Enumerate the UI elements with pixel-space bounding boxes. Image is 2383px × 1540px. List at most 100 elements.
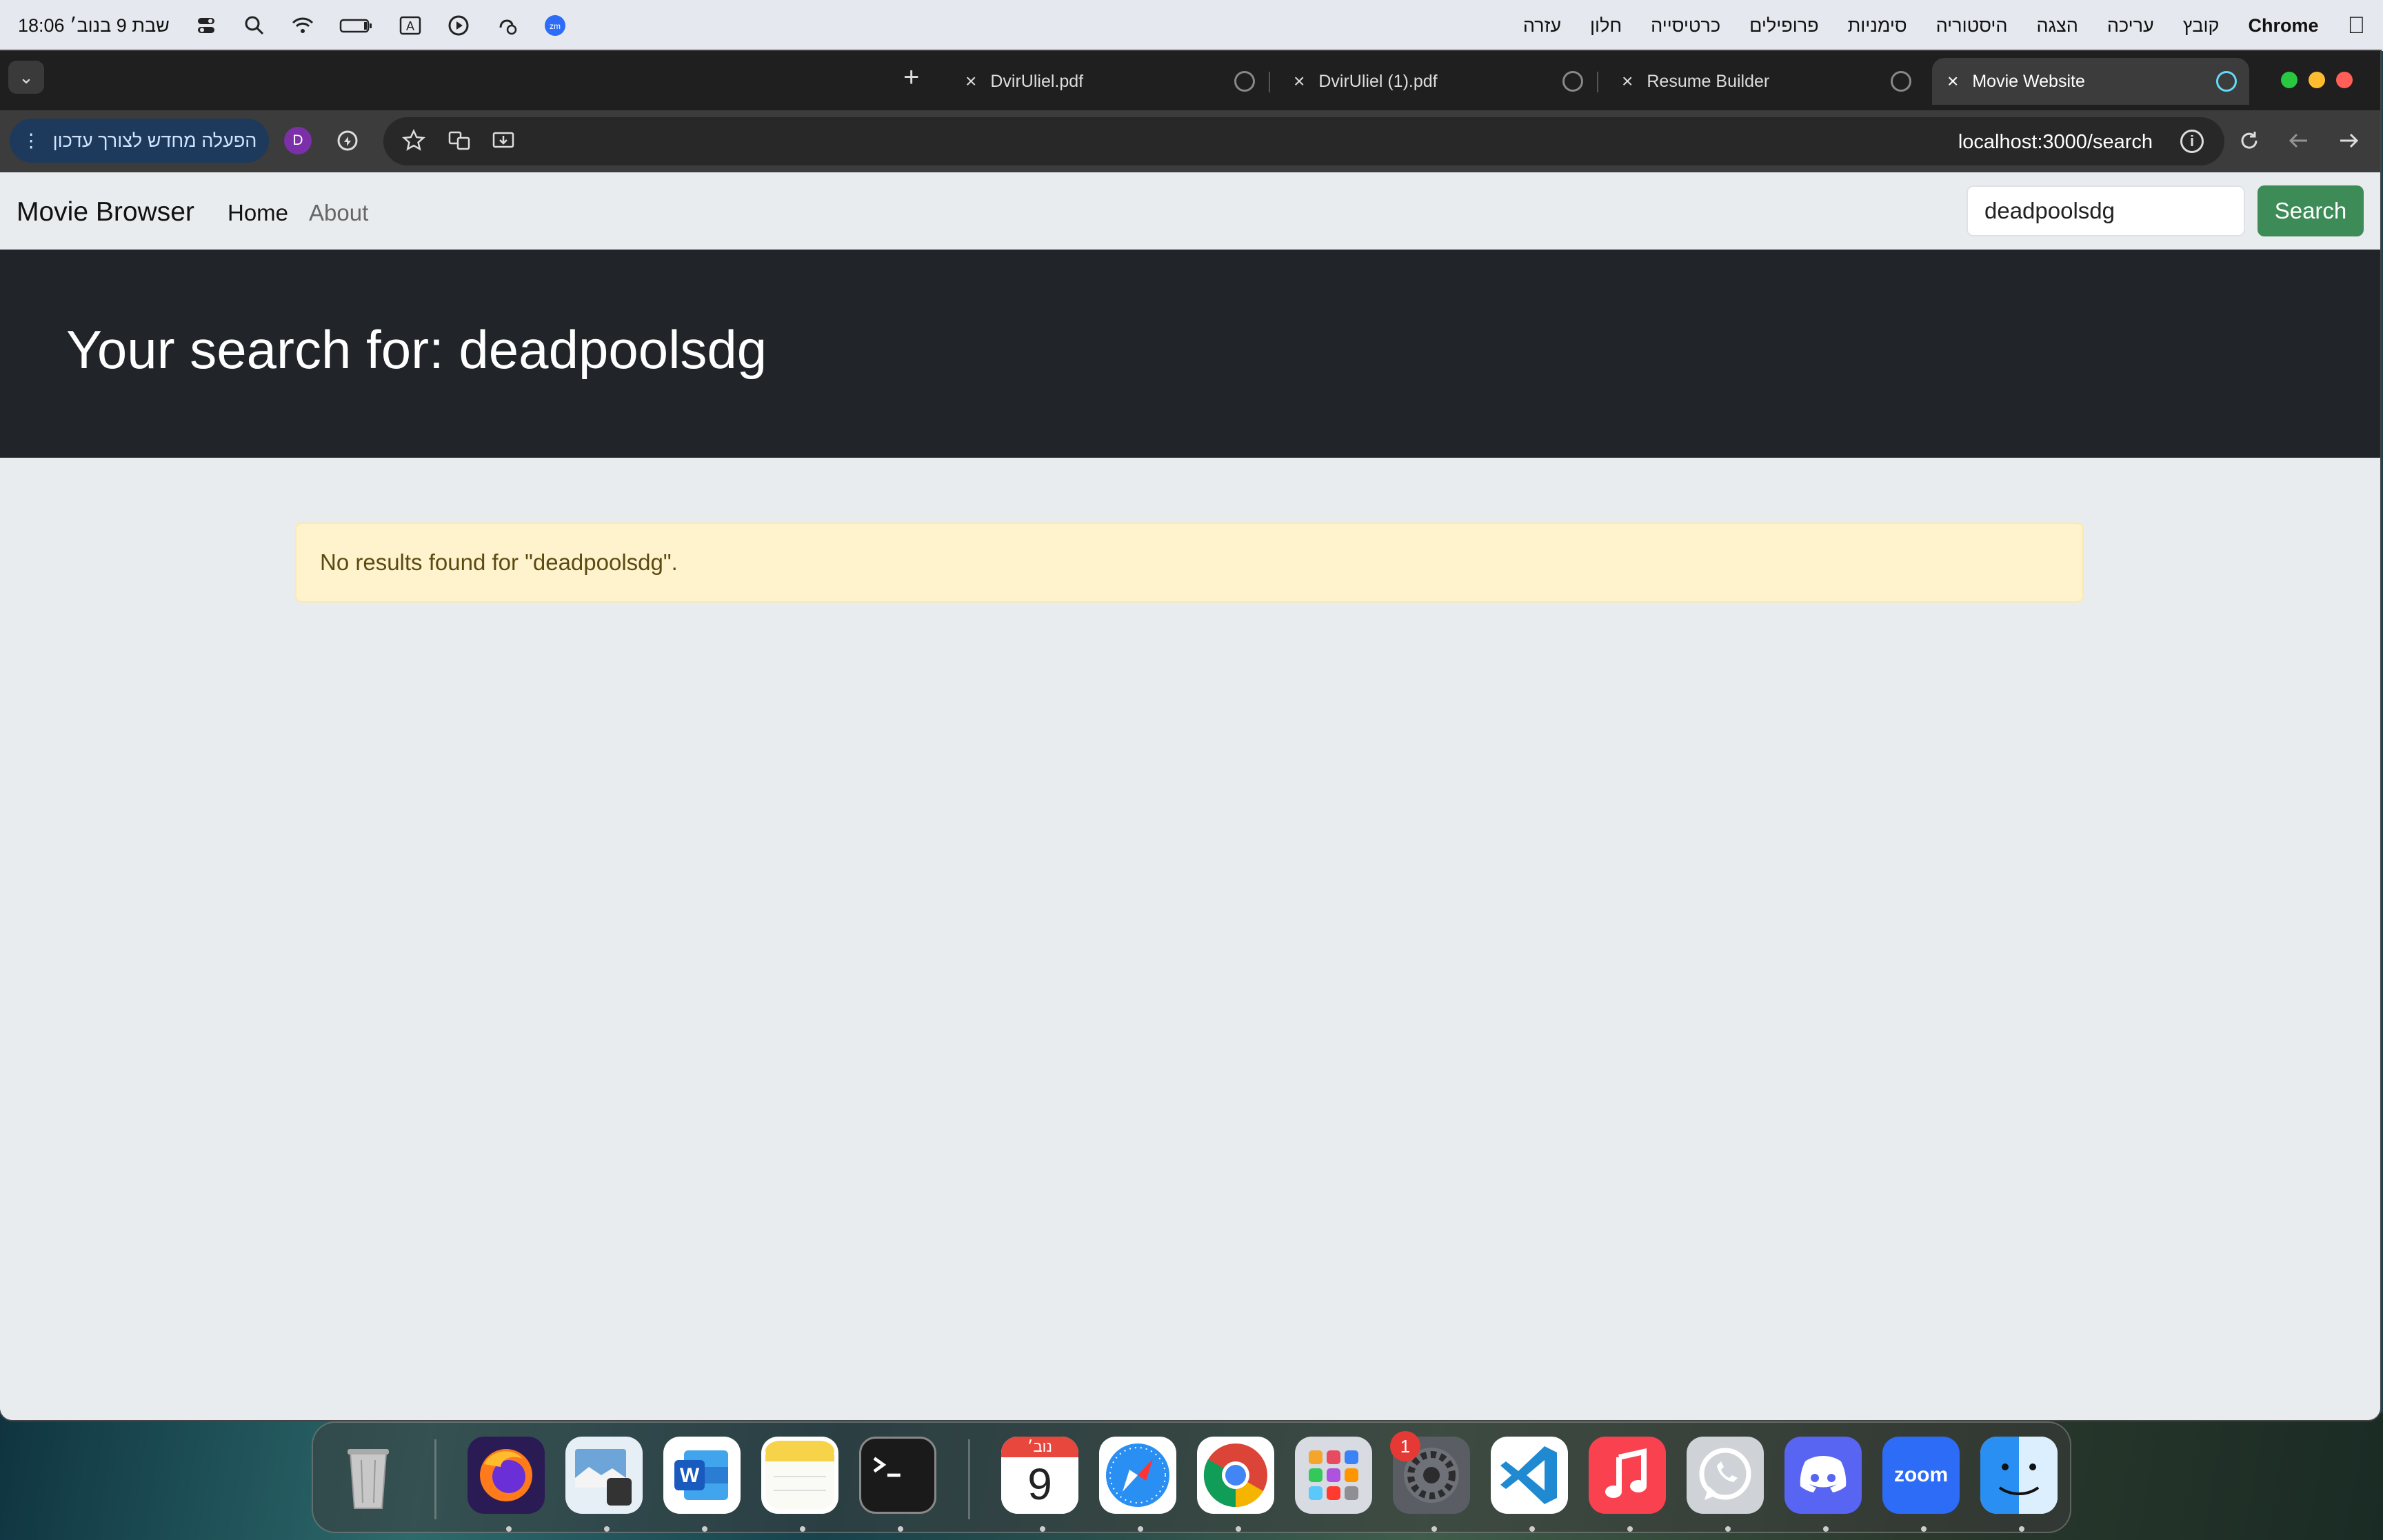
menu-tab[interactable]: כרטיסייה [1651, 15, 1720, 37]
chrome-icon [1203, 1443, 1267, 1508]
dock-notes[interactable] [761, 1437, 838, 1514]
zoom-window-button[interactable] [2281, 72, 2297, 88]
zoom-icon: zoom [1893, 1463, 1949, 1486]
dock-firefox[interactable] [467, 1437, 545, 1514]
calendar-day: 9 [1027, 1459, 1052, 1509]
site-info-icon[interactable]: i [2180, 130, 2204, 153]
dock-word[interactable]: W [663, 1437, 741, 1514]
tab-strip: ⌄ + × DvirUliel.pdf × DvirUliel (1).pdf … [0, 51, 2380, 110]
wifi-icon[interactable] [291, 14, 314, 37]
nav-home[interactable]: Home [228, 200, 288, 226]
minimize-window-button[interactable] [2309, 72, 2325, 88]
search-button[interactable]: Search [2258, 185, 2364, 236]
alert-message: No results found for "deadpoolsdg". [320, 549, 678, 575]
menu-view[interactable]: הצגה [2037, 15, 2078, 37]
dock-vscode[interactable] [1491, 1437, 1568, 1514]
tab-dvirUliel-1-pdf[interactable]: × DvirUliel (1).pdf [1278, 58, 1598, 105]
tab-movie-website[interactable]: × Movie Website [1932, 58, 2249, 105]
tab-separator [1269, 72, 1270, 92]
close-icon[interactable]: × [1622, 70, 1633, 92]
firefox-icon [480, 1449, 532, 1501]
dock-system-settings[interactable]: 1 [1390, 1431, 1470, 1514]
chevron-down-icon: ⌄ [19, 66, 34, 88]
calendar-icon: נוב׳ 9 [1001, 1437, 1078, 1514]
input-source-icon[interactable]: A [399, 14, 422, 37]
address-bar[interactable]: localhost:3000/search i [383, 117, 2224, 165]
forward-arrow-icon[interactable] [2333, 125, 2364, 156]
update-label: הפעלה מחדש לצורך עדכון [52, 130, 257, 151]
globe-icon [1891, 71, 1911, 92]
tab-search-dropdown[interactable]: ⌄ [8, 61, 44, 94]
whatsapp-icon [1699, 1448, 1751, 1500]
translate-icon[interactable] [444, 125, 474, 156]
tab-title: Resume Builder [1647, 71, 1770, 91]
dock-chrome[interactable] [1197, 1437, 1274, 1514]
menu-file[interactable]: קובץ [2183, 15, 2220, 37]
tab-resume-builder[interactable]: × Resume Builder [1607, 58, 1924, 105]
play-icon[interactable] [447, 14, 470, 37]
url-text[interactable]: localhost:3000/search [1958, 131, 2153, 154]
close-icon[interactable]: × [965, 70, 976, 92]
dock-finder[interactable] [1980, 1437, 2058, 1514]
dock-music[interactable] [1589, 1437, 1666, 1514]
apple-icon[interactable]:  [2348, 12, 2366, 39]
dock-calendar[interactable]: נוב׳ 9 [1001, 1437, 1078, 1514]
dock-separator [434, 1439, 436, 1519]
zoom-status-icon[interactable]: zm [543, 14, 567, 37]
window-controls [2281, 72, 2353, 88]
profile-avatar[interactable]: D [284, 127, 312, 154]
page-title: Your search for: deadpoolsdg [66, 319, 767, 380]
search-hero: Your search for: deadpoolsdg [0, 250, 2380, 458]
menu-profiles[interactable]: פרופילים [1749, 15, 1818, 37]
dock-separator [968, 1439, 970, 1519]
tab-separator [1597, 72, 1598, 92]
back-arrow-icon[interactable] [2284, 125, 2314, 156]
menu-app-name[interactable]: Chrome [2248, 15, 2318, 37]
no-results-alert: No results found for "deadpoolsdg". [295, 523, 2084, 602]
menu-history[interactable]: היסטוריה [1936, 15, 2008, 37]
search-input[interactable] [1967, 185, 2245, 236]
launchpad-icon [1309, 1450, 1358, 1500]
dock-launchpad[interactable] [1295, 1437, 1372, 1514]
site-brand[interactable]: Movie Browser [17, 197, 194, 227]
vscode-icon [1500, 1446, 1557, 1504]
browser-toolbar: הפעלה מחדש לצורך עדכון ⋮ D localhost:300… [0, 110, 2380, 172]
more-vert-icon: ⋮ [21, 130, 41, 151]
dock-safari[interactable] [1099, 1437, 1176, 1514]
notification-badge: 1 [1390, 1431, 1420, 1461]
dock-preview[interactable] [565, 1437, 643, 1514]
menu-window[interactable]: חלון [1590, 15, 1622, 37]
nav-about[interactable]: About [309, 200, 368, 226]
dock-trash[interactable] [330, 1437, 407, 1514]
menu-help[interactable]: עזרה [1523, 15, 1561, 37]
dock-whatsapp[interactable] [1687, 1437, 1764, 1514]
menu-clock[interactable]: שבת 9 בנוב׳ 18:06 [18, 15, 170, 37]
svg-text:zm: zm [550, 21, 561, 31]
sync-icon[interactable] [332, 125, 363, 156]
tab-dvirUliel-pdf[interactable]: × DvirUliel.pdf [950, 58, 1270, 105]
reload-icon[interactable] [2234, 125, 2264, 156]
calendar-month: נוב׳ [1001, 1437, 1078, 1457]
menu-edit[interactable]: עריכה [2107, 15, 2154, 37]
install-app-icon[interactable] [488, 125, 519, 156]
dock-zoom[interactable]: zoom [1882, 1437, 1960, 1514]
spotlight-search-icon[interactable] [243, 14, 266, 37]
control-center-icon[interactable] [194, 14, 218, 37]
tab-title: Movie Website [1972, 71, 2085, 91]
preview-icon [575, 1449, 632, 1506]
svg-text:A: A [406, 19, 414, 33]
dock-discord[interactable] [1784, 1437, 1862, 1514]
browser-window: ⌄ + × DvirUliel.pdf × DvirUliel (1).pdf … [0, 51, 2380, 1420]
bookmark-star-icon[interactable] [399, 125, 429, 156]
dock-terminal[interactable] [859, 1437, 936, 1514]
safari-icon [1106, 1443, 1169, 1507]
new-tab-button[interactable]: + [903, 63, 919, 91]
menu-bookmarks[interactable]: סימניות [1848, 15, 1907, 37]
close-window-button[interactable] [2336, 72, 2353, 88]
close-icon[interactable]: × [1947, 70, 1958, 92]
close-icon[interactable]: × [1294, 70, 1305, 92]
relaunch-update-button[interactable]: הפעלה מחדש לצורך עדכון ⋮ [10, 119, 269, 163]
time-machine-icon[interactable] [495, 14, 519, 37]
battery-icon[interactable] [339, 14, 374, 37]
tab-title: DvirUliel.pdf [990, 71, 1084, 91]
